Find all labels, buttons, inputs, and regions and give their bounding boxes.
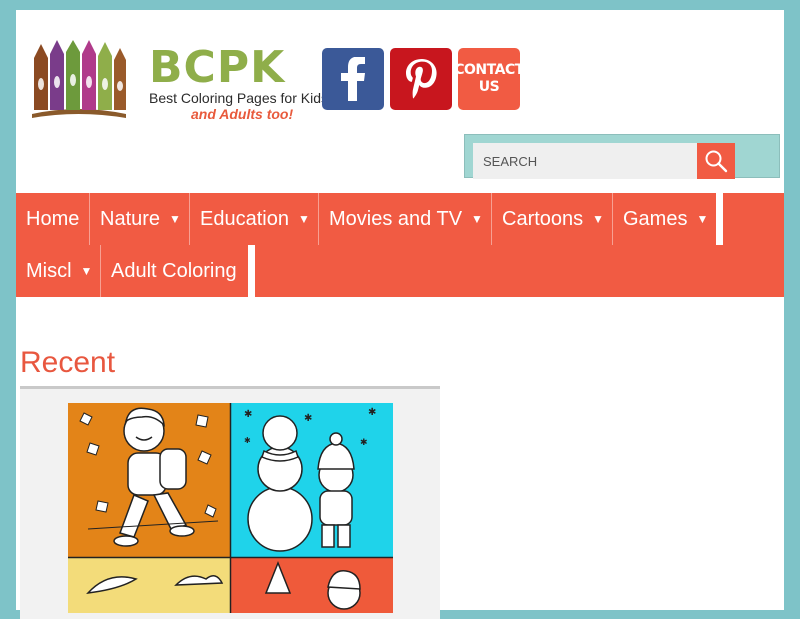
pinterest-button[interactable]: [390, 48, 452, 110]
nav-label: Games: [623, 207, 688, 230]
brand-title: BCPK: [149, 42, 286, 93]
nav-label: Nature: [100, 207, 161, 230]
nav-label: Miscl: [26, 259, 72, 282]
search-button[interactable]: [697, 143, 735, 179]
nav-label: Movies and TV: [329, 207, 463, 230]
nav-label: Adult Coloring: [111, 259, 237, 282]
nav-divider: [248, 245, 255, 297]
crayon-logo-icon[interactable]: [26, 40, 131, 120]
chevron-down-icon: ▼: [471, 212, 483, 226]
search-input[interactable]: [473, 143, 697, 179]
pinterest-icon: [406, 59, 437, 99]
svg-text:✱: ✱: [368, 407, 376, 418]
nav-item-movies-and-tv[interactable]: Movies and TV ▼: [319, 193, 492, 245]
nav-label: Education: [200, 207, 289, 230]
facebook-button[interactable]: [322, 48, 384, 110]
nav-row: Miscl ▼ Adult Coloring: [16, 245, 255, 297]
chevron-down-icon: ▼: [169, 212, 181, 226]
section-title: Recent: [20, 346, 116, 379]
facebook-icon: [341, 57, 365, 101]
nav-item-cartoons[interactable]: Cartoons ▼: [492, 193, 613, 245]
contact-us-button[interactable]: CONTACT US: [454, 48, 524, 110]
svg-text:✱: ✱: [244, 409, 252, 420]
nav-item-nature[interactable]: Nature ▼: [90, 193, 190, 245]
contact-label-line2: US: [478, 79, 500, 95]
nav-item-miscl[interactable]: Miscl ▼: [16, 245, 101, 297]
contact-label-line1: CONTACT: [454, 62, 524, 78]
chevron-down-icon: ▼: [297, 212, 310, 226]
svg-text:✱: ✱: [360, 438, 368, 448]
nav-label: Home: [26, 207, 80, 230]
brand-tagline-secondary: and Adults too!: [191, 106, 294, 122]
coloring-page-thumbnail-image[interactable]: ✱ ✱ ✱ ✱ ✱: [68, 403, 393, 613]
recent-post-card[interactable]: ✱ ✱ ✱ ✱ ✱: [20, 386, 440, 619]
chevron-down-icon: ▼: [80, 264, 93, 278]
nav-row: Home Nature ▼ Education ▼ Movies and TV …: [16, 193, 723, 245]
brand-logo[interactable]: BCPK Best Coloring Pages for Kids and Ad…: [149, 46, 329, 126]
nav-label: Cartoons: [502, 207, 584, 230]
chevron-down-icon: ▼: [592, 212, 605, 226]
svg-text:✱: ✱: [244, 436, 251, 445]
nav-item-adult-coloring[interactable]: Adult Coloring: [101, 245, 248, 297]
nav-item-games[interactable]: Games ▼: [613, 193, 716, 245]
search-bar: [464, 134, 780, 179]
nav-item-home[interactable]: Home: [16, 193, 90, 245]
page-container: BCPK Best Coloring Pages for Kids and Ad…: [16, 10, 784, 619]
brand-tagline: Best Coloring Pages for Kids: [149, 90, 328, 106]
main-nav: Home Nature ▼ Education ▼ Movies and TV …: [16, 193, 784, 297]
nav-item-education[interactable]: Education ▼: [190, 193, 319, 245]
chevron-down-icon: ▼: [696, 212, 709, 226]
search-icon: [705, 150, 728, 173]
svg-text:✱: ✱: [304, 413, 312, 424]
nav-divider: [716, 193, 723, 245]
